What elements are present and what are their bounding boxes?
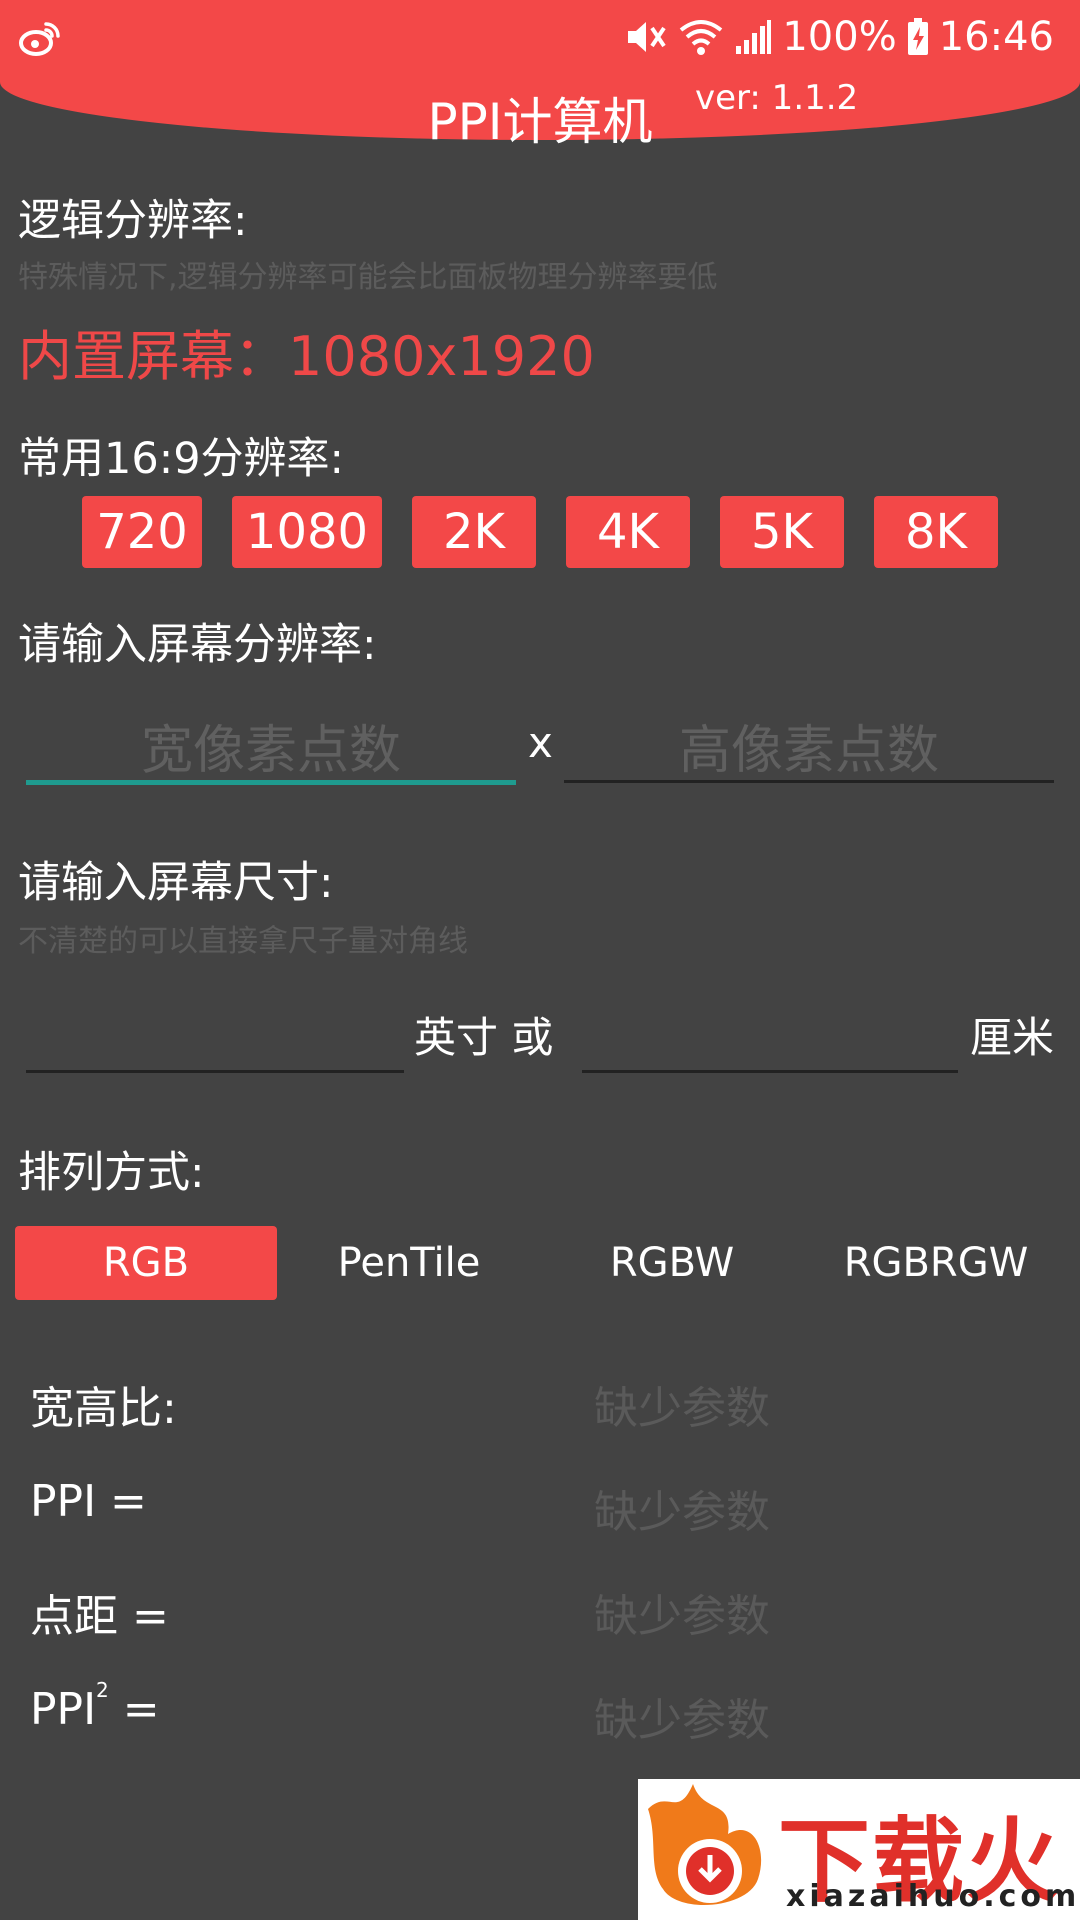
- common-resolution-label: 常用16:9分辨率:: [18, 434, 345, 484]
- inch-size-input[interactable]: [26, 990, 404, 1074]
- height-pixels-placeholder: 高像素点数: [678, 721, 939, 781]
- cm-unit-label: 厘米: [970, 1013, 1055, 1062]
- inch-unit-label: 英寸 或: [414, 1013, 554, 1062]
- ppi-value: 缺少参数: [594, 1487, 770, 1538]
- dot-pitch-value: 缺少参数: [594, 1591, 770, 1642]
- width-input-underline: [26, 780, 516, 785]
- cm-input-underline: [582, 1070, 958, 1073]
- battery-percent: 100%: [782, 14, 897, 60]
- status-time: 16:46: [938, 14, 1054, 60]
- cm-size-input[interactable]: [582, 990, 958, 1074]
- resolution-separator: x: [528, 718, 553, 767]
- preset-4k-button[interactable]: 4K: [566, 496, 690, 568]
- resolution-input-label: 请输入屏幕分辨率:: [18, 620, 377, 670]
- app-title: PPI计算机: [427, 93, 653, 151]
- inch-input-underline: [26, 1070, 404, 1073]
- width-pixels-placeholder: 宽像素点数: [140, 721, 401, 781]
- ppi-squared-label: PPI2 =: [30, 1678, 160, 1735]
- ppi-label: PPI =: [30, 1476, 147, 1527]
- builtin-screen-resolution: 内置屏幕：1080x1920: [18, 325, 595, 388]
- arrangement-rgbrgw-option[interactable]: RGBRGW: [804, 1226, 1068, 1300]
- ppi-squared-value: 缺少参数: [594, 1695, 770, 1746]
- preset-2k-button[interactable]: 2K: [412, 496, 536, 568]
- dot-pitch-label: 点距 =: [30, 1591, 169, 1642]
- height-input-underline: [564, 780, 1054, 783]
- watermark-url: xiazaihuo.com: [786, 1879, 1080, 1914]
- preset-8k-button[interactable]: 8K: [874, 496, 998, 568]
- signal-icon: [736, 20, 772, 54]
- logical-resolution-label: 逻辑分辨率:: [18, 196, 248, 246]
- preset-5k-button[interactable]: 5K: [720, 496, 844, 568]
- ppi-squared-equals: =: [122, 1684, 160, 1735]
- screen-size-label: 请输入屏幕尺寸:: [18, 858, 334, 908]
- arrangement-rgb-option[interactable]: RGB: [15, 1226, 277, 1300]
- mute-icon: [628, 22, 667, 52]
- battery-charging-icon: [907, 18, 928, 55]
- screen-size-hint: 不清楚的可以直接拿尺子量对角线: [18, 924, 468, 959]
- arrangement-label: 排列方式:: [18, 1148, 205, 1198]
- app-header: 100% 16:46 PPI计算机 ver: 1.1.2: [0, 0, 1080, 151]
- preset-1080-button[interactable]: 1080: [232, 496, 382, 568]
- arrangement-rgbw-option[interactable]: RGBW: [540, 1226, 804, 1300]
- flame-download-icon: [648, 1784, 762, 1906]
- ppi-squared-base: PPI: [30, 1684, 97, 1735]
- width-pixels-input[interactable]: 宽像素点数: [26, 700, 516, 788]
- wifi-icon: [680, 20, 723, 55]
- app-version: ver: 1.1.2: [695, 78, 859, 118]
- ppi-squared-sup: 2: [96, 1678, 109, 1702]
- aspect-ratio-value: 缺少参数: [594, 1383, 770, 1434]
- preset-720-button[interactable]: 720: [82, 496, 202, 568]
- aspect-ratio-label: 宽高比:: [30, 1383, 177, 1434]
- logical-resolution-hint: 特殊情况下,逻辑分辨率可能会比面板物理分辨率要低: [18, 260, 718, 295]
- watermark-logo: 下载火 xiazaihuo.com: [638, 1779, 1080, 1920]
- arrangement-pentile-option[interactable]: PenTile: [278, 1226, 540, 1300]
- weibo-icon: [19, 22, 60, 56]
- status-bar-right: 100% 16:46: [624, 14, 1054, 60]
- height-pixels-input[interactable]: 高像素点数: [564, 700, 1054, 788]
